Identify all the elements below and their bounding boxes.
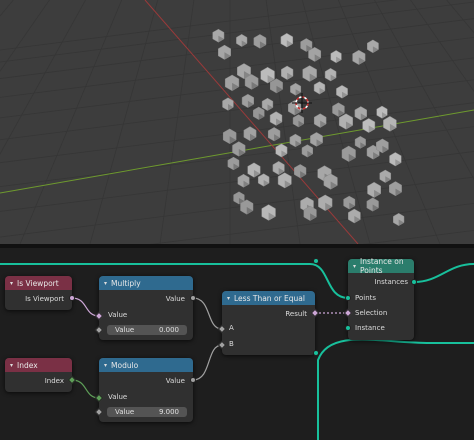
wire-is-viewport	[71, 297, 100, 317]
node-title: Instance on Points	[360, 257, 404, 275]
node-title: Less Than or Equal	[234, 293, 305, 303]
output-label: Value	[165, 377, 185, 385]
value-field[interactable]: Value 9.000	[107, 407, 187, 417]
input-label-b: B	[229, 340, 234, 348]
output-label: Instances	[374, 278, 408, 286]
collapse-chevron-icon[interactable]: ▾	[104, 362, 107, 369]
wire-geometry-output	[413, 263, 474, 283]
input-label: Value	[108, 311, 128, 319]
input-label-instance: Instance	[355, 324, 385, 332]
collapse-chevron-icon[interactable]: ▾	[227, 295, 230, 302]
wire-instance	[317, 338, 474, 440]
field-label: Value	[115, 408, 135, 416]
input-socket-points[interactable]	[345, 295, 351, 301]
node-title: Is Viewport	[17, 278, 59, 288]
node-title: Modulo	[111, 360, 139, 370]
collapse-chevron-icon[interactable]: ▾	[353, 263, 356, 270]
wire-multiply-a	[192, 297, 223, 330]
output-label: Is Viewport	[25, 295, 64, 303]
field-label: Value	[115, 326, 135, 334]
node-header[interactable]: ▾ Is Viewport	[5, 276, 72, 290]
wire-modulo-b	[192, 344, 223, 381]
node-editor[interactable]: ▾ Is Viewport Is Viewport ▾ Index Index ▾ M…	[0, 248, 474, 440]
collapse-chevron-icon[interactable]: ▾	[10, 362, 13, 369]
reroute-dot[interactable]	[313, 258, 319, 264]
node-multiply[interactable]: ▾ Multiply Value Value Value 0.000	[94, 276, 196, 340]
output-socket-value[interactable]	[190, 295, 196, 301]
node-header[interactable]: ▾ Multiply	[99, 276, 193, 290]
node-header[interactable]: ▾ Index	[5, 358, 72, 372]
input-label-a: A	[229, 324, 234, 332]
output-label: Index	[44, 377, 64, 385]
field-value: 0.000	[158, 326, 179, 334]
output-label: Value	[165, 295, 185, 303]
input-label-selection: Selection	[355, 309, 388, 317]
output-socket-instances[interactable]	[411, 279, 417, 285]
wire-index	[71, 379, 100, 399]
collapse-chevron-icon[interactable]: ▾	[104, 280, 107, 287]
node-header[interactable]: ▾ Modulo	[99, 358, 193, 372]
3d-viewport[interactable]	[0, 0, 474, 244]
output-socket-is-viewport[interactable]	[69, 295, 75, 301]
collapse-chevron-icon[interactable]: ▾	[10, 280, 13, 287]
field-value: 9.000	[158, 408, 179, 416]
output-label: Result	[285, 310, 307, 318]
node-header[interactable]: ▾ Less Than or Equal	[222, 291, 315, 305]
node-less-than-or-equal[interactable]: ▾ Less Than or Equal Result A B	[217, 291, 320, 355]
node-header[interactable]: ▾ Instance on Points	[348, 257, 414, 275]
input-label-points: Points	[355, 294, 377, 302]
input-label: Value	[108, 393, 128, 401]
node-instance-on-points[interactable]: ▾ Instance on Points Instances Points Sel…	[343, 257, 417, 340]
node-is-viewport[interactable]: ▾ Is Viewport Is Viewport	[5, 276, 75, 310]
node-index[interactable]: ▾ Index Index	[5, 358, 77, 392]
node-title: Multiply	[111, 278, 141, 288]
node-modulo[interactable]: ▾ Modulo Value Value Value 9.000	[94, 358, 196, 422]
input-socket-instance[interactable]	[345, 325, 351, 331]
value-field[interactable]: Value 0.000	[107, 325, 187, 335]
output-socket-value[interactable]	[190, 377, 196, 383]
reroute-dot[interactable]	[313, 350, 319, 356]
node-title: Index	[17, 360, 38, 370]
